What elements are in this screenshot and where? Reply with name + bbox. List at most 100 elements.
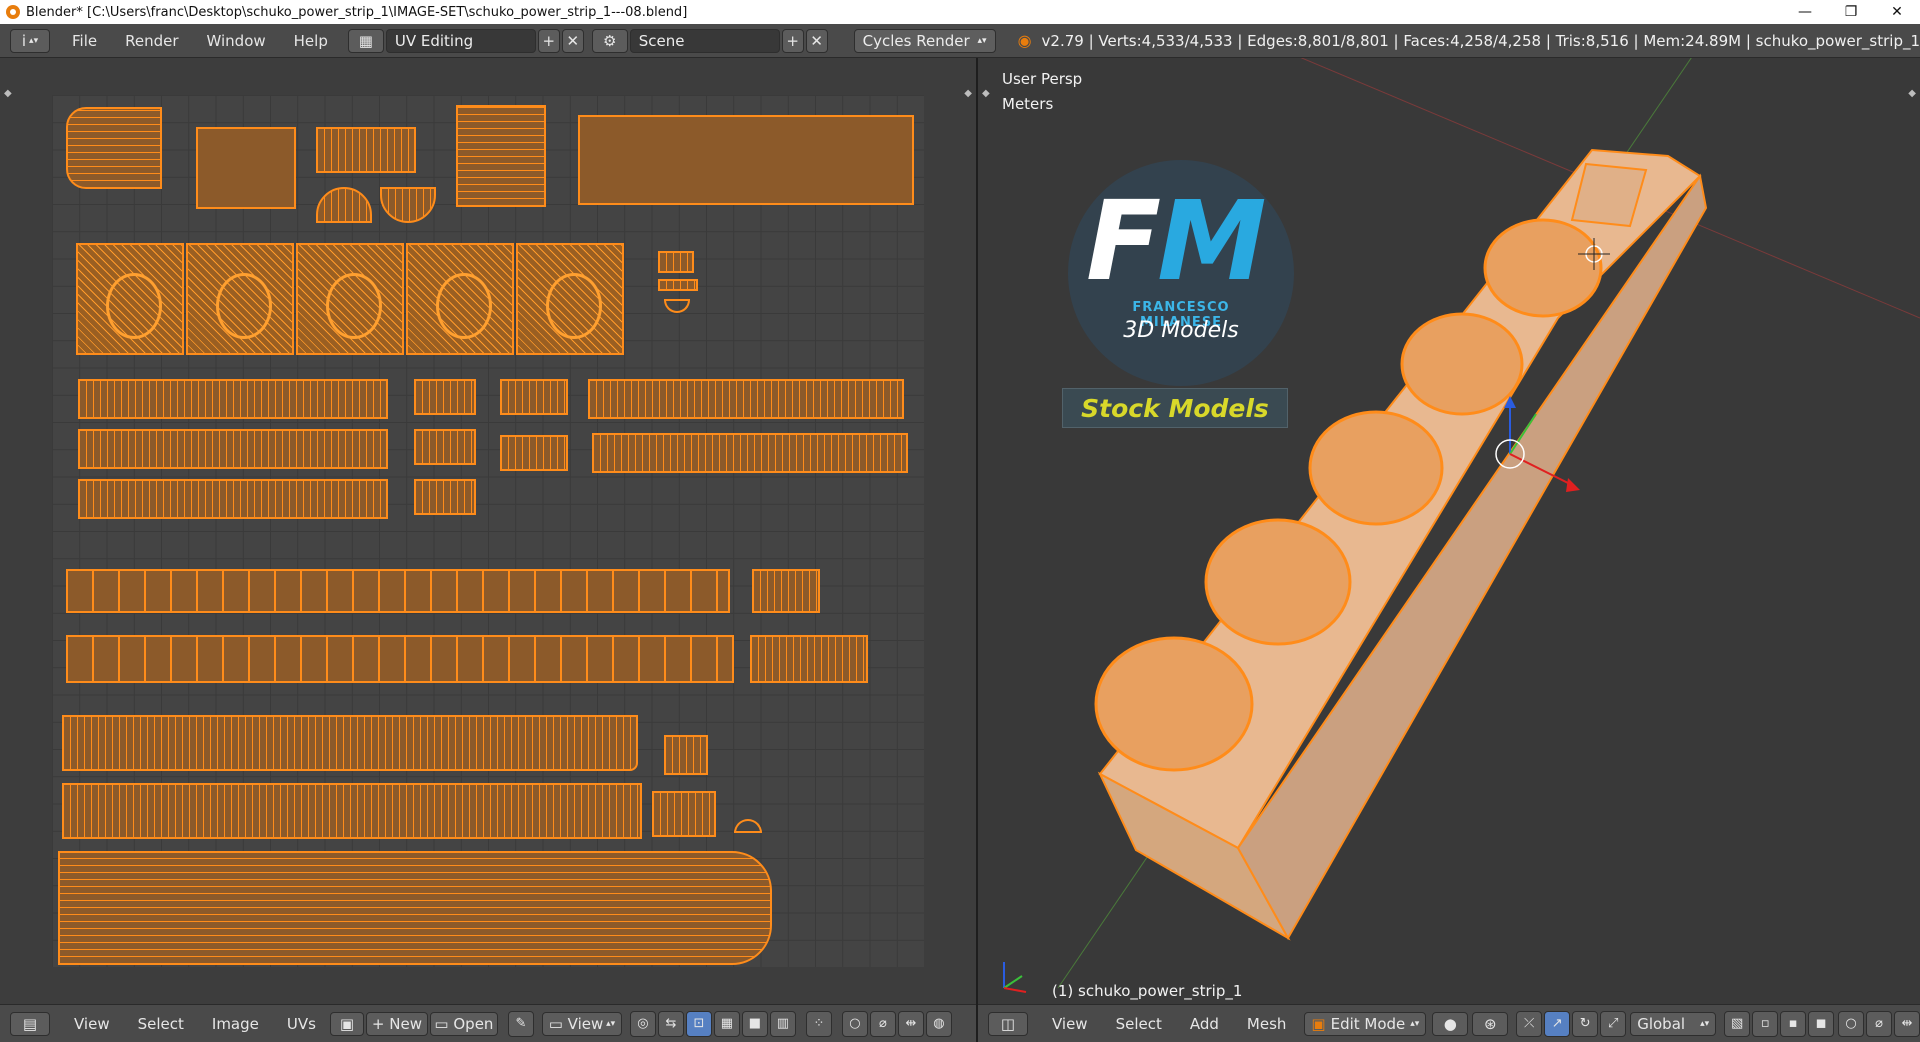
proportional-edit-icon[interactable]: ○ xyxy=(1838,1010,1865,1037)
editor-type-3d-icon[interactable]: ◫ xyxy=(988,1011,1028,1036)
render-engine-label: Cycles Render xyxy=(862,31,970,50)
add-scene-icon[interactable]: + xyxy=(781,28,804,53)
new-image-button[interactable]: + New xyxy=(365,1011,428,1036)
snap-icon[interactable]: ⌀ xyxy=(869,1010,896,1037)
orientation-dropdown[interactable]: Global ▴▾ xyxy=(1630,1011,1717,1036)
3d-viewport-header: ◫ View Select Add Mesh ▣ Edit Mode ▴▾ ● ⊛ … xyxy=(978,1004,1920,1042)
snap-target-icon[interactable]: ⇹ xyxy=(897,1010,924,1037)
mode-label: Edit Mode xyxy=(1330,1014,1406,1033)
close-button[interactable]: ✕ xyxy=(1874,0,1920,24)
scene-icon[interactable]: ⚙ xyxy=(591,28,628,53)
viewport-shading-icon[interactable]: ● xyxy=(1432,1011,1469,1036)
uv-socket-island xyxy=(76,243,184,355)
socket-3 xyxy=(1308,410,1444,526)
uv-island xyxy=(658,279,698,291)
vp-menu-mesh[interactable]: Mesh xyxy=(1233,1015,1301,1033)
uv-island xyxy=(500,379,568,415)
uv-extra-icon[interactable]: ◍ xyxy=(925,1010,952,1037)
uv-island xyxy=(414,379,476,415)
uv-island xyxy=(734,819,762,833)
open-image-button[interactable]: ▭ Open xyxy=(429,1011,498,1036)
uv-island xyxy=(750,635,868,683)
uv-island xyxy=(578,115,914,205)
scene-stats: v2.79 | Verts:4,533/4,533 | Edges:8,801/… xyxy=(1041,31,1920,50)
face-select-icon[interactable]: ■ xyxy=(741,1010,768,1037)
add-screen-icon[interactable]: + xyxy=(537,28,560,53)
uv-island xyxy=(66,107,162,189)
image-browse-icon[interactable]: ▣ xyxy=(329,1011,364,1036)
screen-layout-icon[interactable]: ▦ xyxy=(347,28,384,53)
sync-selection-icon[interactable]: ⇆ xyxy=(657,1010,684,1037)
object-name-label: (1) schuko_power_strip_1 xyxy=(1052,982,1243,1000)
new-label: New xyxy=(389,1014,422,1033)
uv-menu-image[interactable]: Image xyxy=(198,1015,273,1033)
maximize-button[interactable]: ❐ xyxy=(1828,0,1874,24)
pivot-point-icon[interactable]: ⊛ xyxy=(1472,1011,1509,1036)
uv-island xyxy=(62,783,642,839)
menu-file[interactable]: File xyxy=(58,32,111,50)
vertex-select-icon[interactable]: ⊡ xyxy=(685,1010,712,1037)
uv-menu-view[interactable]: View xyxy=(60,1015,124,1033)
rotate-icon[interactable]: ↻ xyxy=(1572,1010,1599,1037)
info-icon: i xyxy=(21,31,27,50)
mode-dropdown[interactable]: ▣ Edit Mode ▴▾ xyxy=(1304,1011,1427,1036)
uv-socket-island xyxy=(406,243,514,355)
editor-type-image-icon[interactable]: ▤ xyxy=(10,1011,50,1036)
menu-help[interactable]: Help xyxy=(280,32,342,50)
translate-icon[interactable]: ↗ xyxy=(1544,1010,1571,1037)
info-header: i ▴▾ File Render Window Help ▦ UV Editing… xyxy=(0,24,1920,58)
socket-2 xyxy=(1400,312,1524,416)
manipulator-toggle-icon[interactable]: ⤫ xyxy=(1516,1010,1543,1037)
uv-menu-uvs[interactable]: UVs xyxy=(273,1015,330,1033)
edge-select-icon[interactable]: ▦ xyxy=(713,1010,740,1037)
menu-render[interactable]: Render xyxy=(111,32,192,50)
delete-scene-icon[interactable]: ✕ xyxy=(805,28,828,53)
screen-layout-field[interactable]: UV Editing xyxy=(385,28,536,53)
minimize-button[interactable]: — xyxy=(1782,0,1828,24)
delete-screen-icon[interactable]: ✕ xyxy=(561,28,584,53)
snap-target-icon[interactable]: ⇹ xyxy=(1894,1010,1920,1037)
menu-window[interactable]: Window xyxy=(193,32,280,50)
view-mode-label: View xyxy=(567,1014,604,1033)
uv-island xyxy=(316,127,416,173)
uv-island xyxy=(316,187,372,223)
pivot-icon[interactable]: ◎ xyxy=(629,1010,656,1037)
render-engine-dropdown[interactable]: Cycles Render ▴▾ xyxy=(853,28,996,53)
3d-viewport[interactable]: ◆ ◆ User Persp Meters FM FRANCESCO MILAN… xyxy=(978,58,1920,1004)
properties-toggle-icon[interactable]: ◆ xyxy=(964,88,972,99)
uv-island xyxy=(62,715,638,771)
open-label: Open xyxy=(453,1014,494,1033)
uv-menu-select[interactable]: Select xyxy=(124,1015,198,1033)
scene-field[interactable]: Scene xyxy=(629,28,780,53)
proportional-edit-icon[interactable]: ○ xyxy=(841,1010,868,1037)
uv-island xyxy=(78,479,388,519)
edge-mode-icon[interactable]: ▪ xyxy=(1780,1010,1807,1037)
uv-socket-island xyxy=(296,243,404,355)
editor-type-info-icon[interactable]: i ▴▾ xyxy=(10,28,50,53)
view-mode-dropdown[interactable]: ▭ View ▴▾ xyxy=(541,1011,622,1036)
toolshelf-toggle-icon[interactable]: ◆ xyxy=(4,88,12,99)
uv-island xyxy=(78,379,388,419)
uv-island xyxy=(456,105,546,207)
layer-icon[interactable]: ▧ xyxy=(1724,1010,1751,1037)
uv-island xyxy=(652,791,716,837)
snap-icon[interactable]: ⌀ xyxy=(1866,1010,1893,1037)
uv-image-editor[interactable]: ◆ ◆ xyxy=(0,58,976,1004)
socket-5 xyxy=(1094,636,1254,772)
uv-grid[interactable] xyxy=(52,95,924,967)
uv-island xyxy=(588,379,904,419)
scale-icon[interactable]: ⤢ xyxy=(1600,1010,1627,1037)
socket-1 xyxy=(1483,218,1603,318)
island-select-icon[interactable]: ▥ xyxy=(769,1010,796,1037)
vp-menu-add[interactable]: Add xyxy=(1176,1015,1233,1033)
vp-menu-view[interactable]: View xyxy=(1038,1015,1102,1033)
stock-models-banner: Stock Models xyxy=(1062,388,1288,428)
vertex-mode-icon[interactable]: ▫ xyxy=(1752,1010,1779,1037)
uv-island xyxy=(752,569,820,613)
pin-icon[interactable]: ✎ xyxy=(507,1010,534,1037)
uv-island xyxy=(58,851,772,965)
orientation-label: Global xyxy=(1637,1014,1686,1033)
vp-menu-select[interactable]: Select xyxy=(1102,1015,1176,1033)
face-mode-icon[interactable]: ◼ xyxy=(1808,1010,1835,1037)
sticky-select-icon[interactable]: ⁘ xyxy=(805,1010,832,1037)
